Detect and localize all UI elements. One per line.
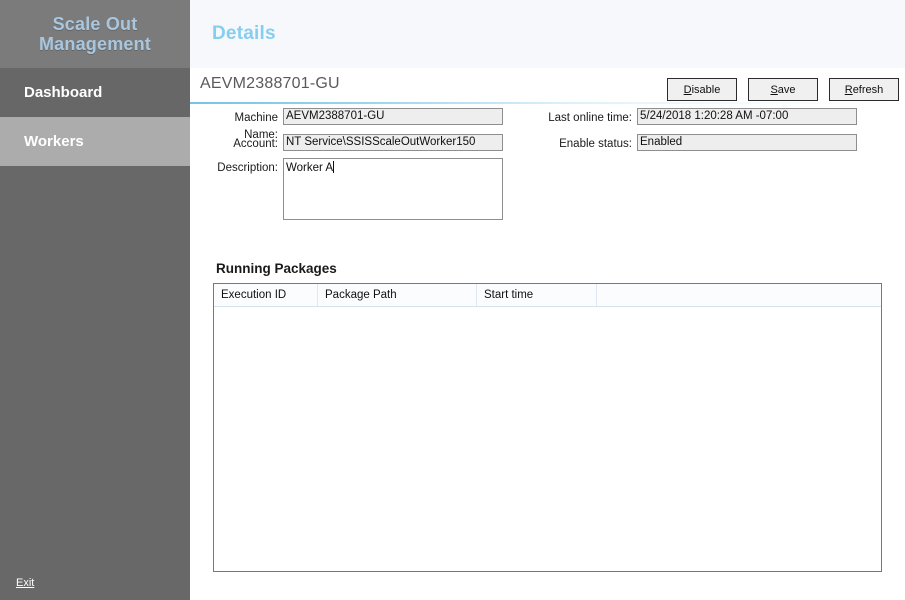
field-row-enable-status: Enable status: Enabled bbox=[548, 134, 857, 153]
column-header-filler[interactable] bbox=[597, 284, 881, 306]
page-title: Details bbox=[212, 23, 276, 44]
enable-status-label: Enable status: bbox=[559, 138, 632, 150]
action-buttons: Disable Save Refresh bbox=[667, 78, 899, 101]
field-row-account: Account: NT Service\SSISScaleOutWorker15… bbox=[200, 134, 503, 153]
account-input[interactable]: NT Service\SSISScaleOutWorker150 bbox=[283, 134, 503, 151]
scale-out-management-window: Scale Out Management Dashboard Workers E… bbox=[0, 0, 905, 600]
description-text: Worker A bbox=[286, 162, 334, 174]
details-form: Machine Name: AEVM2388701-GU Account: NT… bbox=[190, 104, 905, 234]
save-button[interactable]: Save bbox=[748, 78, 818, 101]
refresh-button[interactable]: Refresh bbox=[829, 78, 899, 101]
exit-link[interactable]: Exit bbox=[16, 577, 34, 589]
save-button-accel: S bbox=[770, 83, 778, 96]
sidebar-item-dashboard-label: Dashboard bbox=[24, 84, 103, 101]
disable-button-accel: D bbox=[683, 83, 692, 96]
sidebar-item-dashboard[interactable]: Dashboard bbox=[0, 68, 190, 117]
sidebar-item-workers[interactable]: Workers bbox=[0, 117, 190, 166]
app-brand-line1: Scale Out bbox=[52, 14, 138, 34]
refresh-button-accel: R bbox=[844, 83, 853, 96]
description-textarea[interactable]: Worker A bbox=[283, 158, 503, 220]
running-packages-grid: Execution ID Package Path Start time bbox=[213, 283, 882, 572]
running-packages-title: Running Packages bbox=[216, 261, 337, 276]
save-button-label: ave bbox=[777, 83, 796, 96]
entity-title: AEVM2388701-GU bbox=[200, 75, 340, 92]
app-brand: Scale Out Management bbox=[0, 0, 190, 68]
machine-name-input[interactable]: AEVM2388701-GU bbox=[283, 108, 503, 125]
field-row-description: Description: Worker A bbox=[200, 158, 503, 220]
refresh-button-label: efresh bbox=[852, 83, 884, 96]
app-brand-text: Scale Out Management bbox=[39, 14, 151, 54]
last-online-time-input[interactable]: 5/24/2018 1:20:28 AM -07:00 bbox=[637, 108, 857, 125]
sidebar-item-workers-label: Workers bbox=[24, 133, 84, 150]
running-packages-grid-body[interactable] bbox=[214, 307, 881, 571]
column-header-package-path[interactable]: Package Path bbox=[318, 284, 477, 306]
disable-button[interactable]: Disable bbox=[667, 78, 737, 101]
app-brand-line2: Management bbox=[38, 34, 152, 54]
column-header-execution-id[interactable]: Execution ID bbox=[214, 284, 318, 306]
field-row-last-online-time: Last online time: 5/24/2018 1:20:28 AM -… bbox=[548, 108, 857, 127]
text-caret bbox=[333, 161, 335, 173]
enable-status-input[interactable]: Enabled bbox=[637, 134, 857, 151]
last-online-time-label: Last online time: bbox=[548, 112, 632, 124]
description-label: Description: bbox=[217, 162, 278, 174]
column-header-start-time[interactable]: Start time bbox=[477, 284, 597, 306]
running-packages-grid-header: Execution ID Package Path Start time bbox=[214, 284, 881, 307]
disable-button-label: isable bbox=[691, 83, 721, 96]
main-content: Details AEVM2388701-GU Disable Save Refr… bbox=[190, 0, 905, 600]
sidebar: Scale Out Management Dashboard Workers E… bbox=[0, 0, 190, 600]
sidebar-background bbox=[0, 166, 190, 600]
page-header: Details bbox=[190, 0, 905, 68]
account-label: Account: bbox=[233, 138, 278, 150]
